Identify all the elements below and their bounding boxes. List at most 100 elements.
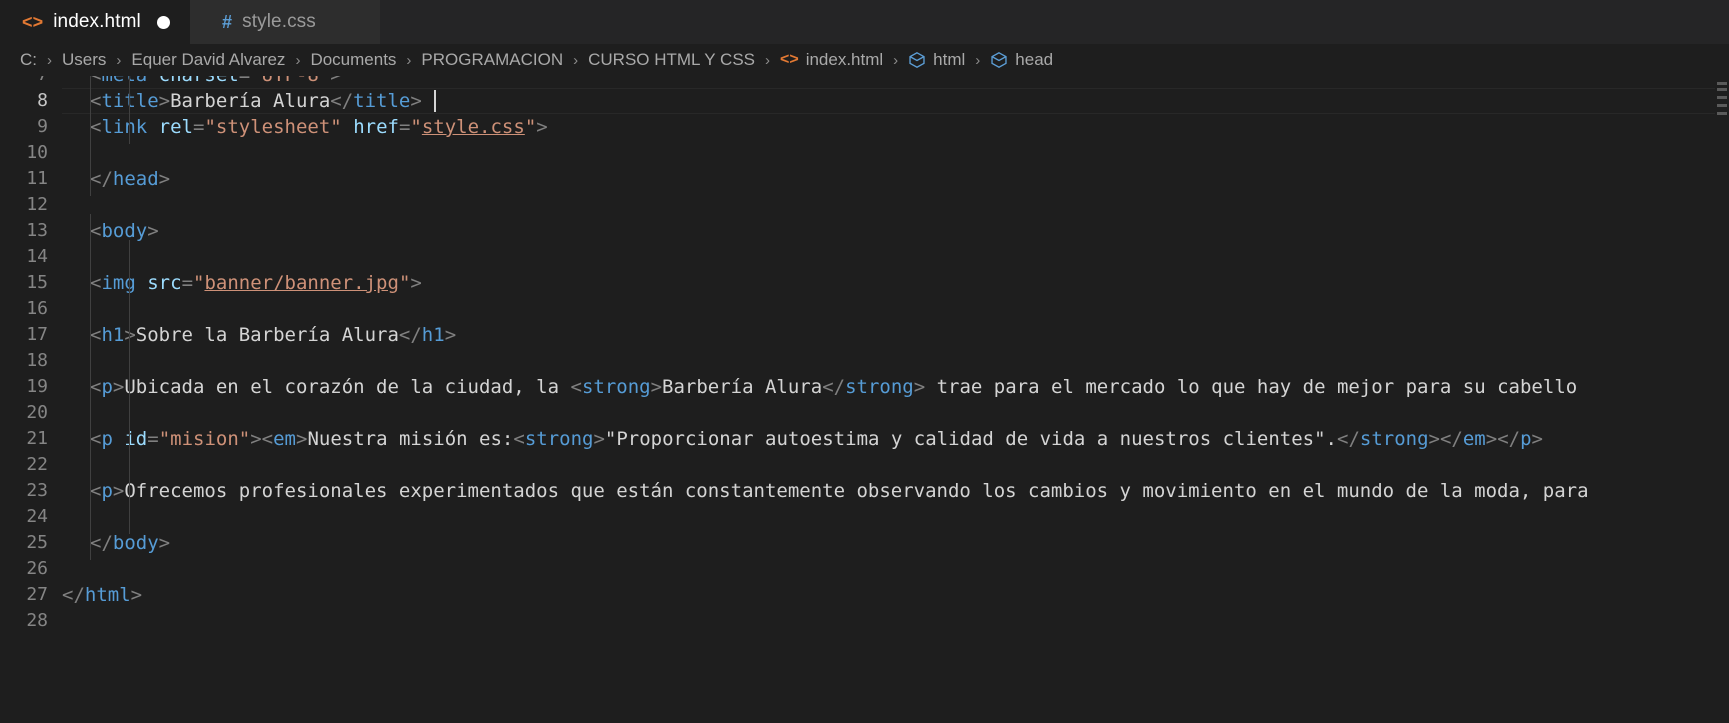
- tab-style-css[interactable]: # style.css: [190, 0, 380, 44]
- chevron-right-icon: ›: [893, 51, 899, 69]
- line-content[interactable]: [62, 556, 1729, 582]
- line-content[interactable]: <body>: [62, 214, 1729, 248]
- line-content[interactable]: <p>Ofrecemos profesionales experimentado…: [62, 474, 1729, 508]
- breadcrumb-label: head: [1015, 50, 1054, 69]
- line-number: 25: [26, 532, 48, 553]
- line-content[interactable]: [62, 608, 1729, 634]
- tab-label: style.css: [242, 11, 316, 32]
- html-file-icon: <>: [780, 51, 799, 68]
- line-content[interactable]: [62, 136, 1729, 170]
- line-number: 24: [26, 506, 48, 527]
- line-content[interactable]: [62, 448, 1729, 482]
- breadcrumb-label: Users: [62, 50, 107, 69]
- code-line[interactable]: 26: [0, 556, 1729, 582]
- breadcrumb-item-index-html[interactable]: <> index.html: [778, 50, 885, 70]
- line-number: 7: [0, 76, 62, 88]
- code-line[interactable]: 25 </body>: [0, 526, 1729, 560]
- code-line[interactable]: 21 <p id="mision"><em>Nuestra misión es:…: [0, 422, 1729, 456]
- code-line[interactable]: 11 </head>: [0, 162, 1729, 196]
- vertical-scrollbar[interactable]: [1715, 76, 1729, 723]
- line-content[interactable]: </body>: [62, 526, 1729, 560]
- code-line[interactable]: 9 <link rel="stylesheet" href="style.css…: [0, 110, 1729, 144]
- line-content[interactable]: <h1>Sobre la Barbería Alura</h1>: [62, 318, 1729, 352]
- line-number: 8: [37, 90, 48, 111]
- breadcrumb-item-documents[interactable]: Documents: [308, 50, 398, 70]
- line-content[interactable]: [62, 396, 1729, 430]
- line-number: 11: [26, 168, 48, 189]
- code-line[interactable]: 14: [0, 240, 1729, 274]
- line-number: 9: [37, 116, 48, 137]
- code-line[interactable]: 7 <meta charset="UTF-8">: [0, 76, 1729, 92]
- tab-label: index.html: [53, 11, 141, 32]
- line-number: 22: [26, 454, 48, 475]
- breadcrumb-label: CURSO HTML Y CSS: [588, 50, 755, 69]
- line-number: 15: [26, 272, 48, 293]
- line-content[interactable]: <p>Ubicada en el corazón de la ciudad, l…: [62, 370, 1729, 404]
- line-content[interactable]: [62, 500, 1729, 534]
- line-number: 13: [26, 220, 48, 241]
- breadcrumb-item-programacion[interactable]: PROGRAMACION: [419, 50, 565, 70]
- code-line[interactable]: 20: [0, 396, 1729, 430]
- chevron-right-icon: ›: [573, 51, 579, 69]
- chevron-right-icon: ›: [295, 51, 301, 69]
- code-line[interactable]: 19 <p>Ubicada en el corazón de la ciudad…: [0, 370, 1729, 404]
- line-number: 17: [26, 324, 48, 345]
- breadcrumb-item-users[interactable]: Users: [60, 50, 108, 70]
- symbol-cube-icon: [990, 51, 1008, 69]
- breadcrumb-label: C:: [20, 50, 37, 69]
- tab-index-html[interactable]: <> index.html: [0, 0, 190, 44]
- line-number: 28: [26, 610, 48, 631]
- line-content[interactable]: [62, 192, 1729, 218]
- line-content[interactable]: [62, 292, 1729, 326]
- line-number: 26: [26, 558, 48, 579]
- text-cursor: [434, 89, 437, 112]
- code-line[interactable]: 18: [0, 344, 1729, 378]
- code-line[interactable]: 24: [0, 500, 1729, 534]
- line-number: 20: [26, 402, 48, 423]
- code-line[interactable]: 23 <p>Ofrecemos profesionales experiment…: [0, 474, 1729, 508]
- breadcrumb-item-symbol-head[interactable]: head: [988, 50, 1055, 70]
- chevron-right-icon: ›: [765, 51, 770, 69]
- breadcrumb: C: › Users › Equer David Alvarez › Docum…: [0, 44, 1729, 76]
- css-file-icon: #: [222, 11, 233, 32]
- code-line[interactable]: 27 </html>: [0, 582, 1729, 608]
- line-content[interactable]: [62, 240, 1729, 274]
- overview-ruler: [1715, 76, 1729, 723]
- line-number: 14: [26, 246, 48, 267]
- line-number: 19: [26, 376, 48, 397]
- code-line[interactable]: 12: [0, 192, 1729, 218]
- breadcrumb-label: Documents: [310, 50, 397, 69]
- breadcrumb-item-drive[interactable]: C:: [18, 50, 39, 70]
- breadcrumb-label: html: [933, 50, 966, 69]
- breadcrumb-label: Equer David Alvarez: [131, 50, 286, 69]
- code-line[interactable]: 17 <h1>Sobre la Barbería Alura</h1>: [0, 318, 1729, 352]
- code-line[interactable]: 13 <body>: [0, 214, 1729, 248]
- breadcrumb-item-user-folder[interactable]: Equer David Alvarez: [129, 50, 287, 70]
- line-content[interactable]: <img src="banner/banner.jpg">: [62, 266, 1729, 300]
- breadcrumb-item-symbol-html[interactable]: html: [906, 50, 967, 70]
- code-line[interactable]: 10: [0, 136, 1729, 170]
- line-content[interactable]: </html>: [62, 582, 1729, 608]
- line-content[interactable]: <p id="mision"><em>Nuestra misión es:<st…: [62, 422, 1729, 456]
- code-line[interactable]: 22: [0, 448, 1729, 482]
- code-lines[interactable]: 7 <meta charset="UTF-8"> 8 <title>Barber…: [0, 76, 1729, 634]
- code-line[interactable]: 16: [0, 292, 1729, 326]
- line-number: 18: [26, 350, 48, 371]
- chevron-right-icon: ›: [406, 51, 412, 69]
- line-content[interactable]: </head>: [62, 162, 1729, 196]
- unsaved-changes-dot[interactable]: [156, 15, 170, 29]
- breadcrumb-label: index.html: [805, 50, 884, 69]
- line-content[interactable]: [62, 344, 1729, 378]
- code-editor[interactable]: 7 <meta charset="UTF-8"> 8 <title>Barber…: [0, 76, 1729, 723]
- line-content[interactable]: <meta charset="UTF-8">: [62, 76, 1729, 92]
- line-number: 27: [26, 584, 48, 605]
- symbol-cube-icon: [908, 51, 926, 69]
- code-line[interactable]: 28: [0, 608, 1729, 634]
- breadcrumb-item-curso[interactable]: CURSO HTML Y CSS: [586, 50, 757, 70]
- line-number: 16: [26, 298, 48, 319]
- code-line[interactable]: 15 <img src="banner/banner.jpg">: [0, 266, 1729, 300]
- line-content[interactable]: <link rel="stylesheet" href="style.css">: [62, 110, 1729, 144]
- horizontal-scrollbar[interactable]: [0, 713, 1729, 723]
- line-content[interactable]: <title>Barbería Alura</title>: [62, 84, 1729, 118]
- code-line-current[interactable]: 8 <title>Barbería Alura</title>: [0, 84, 1729, 118]
